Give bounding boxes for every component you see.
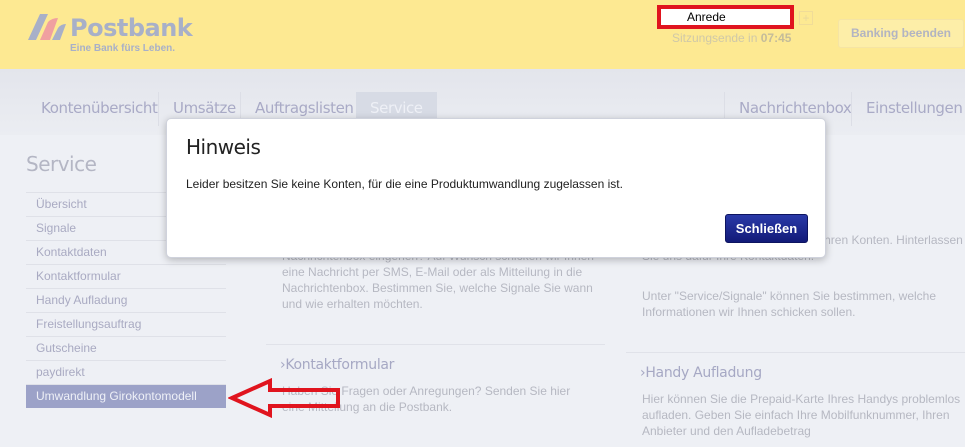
divider (266, 344, 605, 345)
session-time: 07:45 (760, 31, 792, 45)
dialog-message: Leider besitzen Sie keine Konten, für di… (186, 177, 623, 191)
postbank-logo[interactable]: Postbank Eine Bank fürs Leben. (26, 12, 193, 54)
close-button[interactable]: Schließen (725, 214, 808, 243)
page-title: Service (26, 152, 97, 176)
annotation-arrow-icon (228, 378, 340, 418)
sidebar-item-handy-aufladung[interactable]: Handy Aufladung (26, 288, 226, 312)
add-button[interactable]: + (799, 11, 813, 25)
handy-text: Hier können Sie die Prepaid-Karte Ihres … (642, 392, 961, 438)
sidebar-item-paydirekt[interactable]: paydirekt (26, 360, 226, 384)
kontaktformular-title: Kontaktformular (285, 357, 395, 373)
session-label: Sitzungsende in (672, 31, 758, 45)
kontaktdaten-section: tuell über wichtige Ereignisse auf Ihren… (626, 232, 965, 447)
brand-name: Postbank (70, 14, 193, 42)
logout-button[interactable]: Banking beenden (838, 19, 964, 48)
tab-einstellungen[interactable]: Einstellungen (851, 92, 963, 126)
postbank-logo-icon (28, 14, 66, 40)
divider (626, 352, 965, 353)
anrede-select[interactable]: Anrede (657, 5, 794, 29)
sidebar-item-kontaktformular[interactable]: Kontaktformular (26, 264, 226, 288)
handy-title: Handy Aufladung (645, 365, 762, 381)
session-timer: Sitzungsende in 07:45 (672, 31, 791, 45)
sidebar-item-gutscheine[interactable]: Gutscheine (26, 336, 226, 360)
kontaktdaten-text-2: Unter "Service/Signale" können Sie besti… (642, 289, 936, 319)
hinweis-dialog: Hinweis Leider besitzen Sie keine Konten… (166, 118, 826, 258)
tab-kontenuebersicht[interactable]: Kontenübersicht (41, 92, 158, 126)
dialog-title: Hinweis (186, 135, 261, 159)
sidebar-item-freistellungsauftrag[interactable]: Freistellungsauftrag (26, 312, 226, 336)
handy-heading[interactable]: ›Handy Aufladung (626, 365, 965, 381)
kontaktformular-heading[interactable]: ›Kontaktformular (266, 357, 605, 373)
brand-slogan: Eine Bank fürs Leben. (70, 43, 176, 54)
header: Postbank Eine Bank fürs Leben. Anrede + … (0, 0, 965, 69)
sidebar-item-umwandlung[interactable]: Umwandlung Girokontomodell (26, 384, 226, 408)
